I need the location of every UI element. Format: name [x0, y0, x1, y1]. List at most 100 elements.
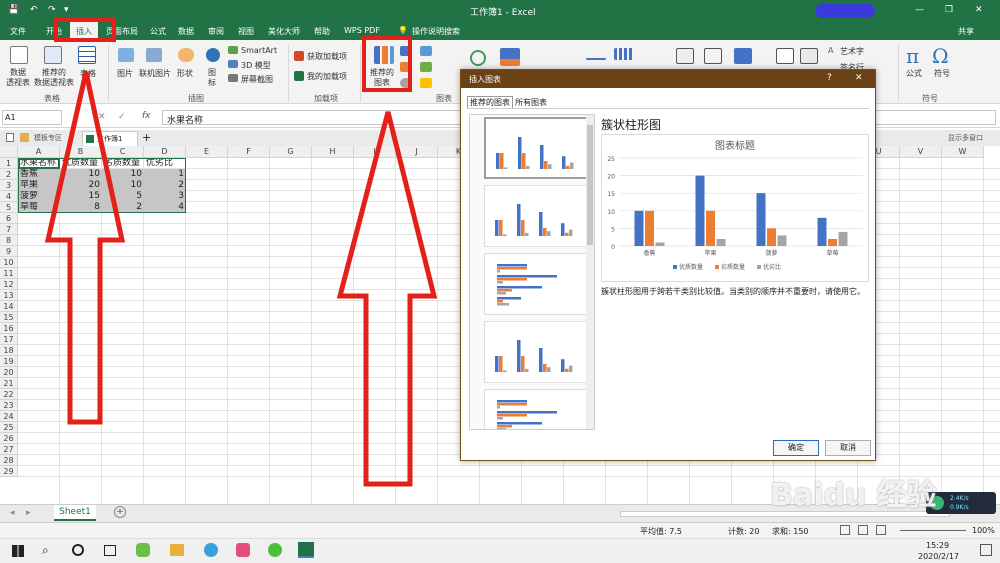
row-header-10[interactable]: 10 [0, 257, 18, 268]
new-file-icon[interactable] [6, 133, 14, 142]
icons-button[interactable]: 图 标 [208, 68, 216, 88]
windows-start-icon[interactable] [12, 545, 24, 557]
column-header-J[interactable]: J [396, 146, 438, 158]
row-header-22[interactable]: 22 [0, 389, 18, 400]
column-header-C[interactable]: C [102, 146, 144, 158]
tell-me-search[interactable]: 操作说明搜索 [412, 26, 460, 37]
notification-icon[interactable] [980, 544, 992, 556]
column-header-I[interactable]: I [354, 146, 396, 158]
new-tab-icon[interactable]: + [142, 131, 151, 144]
row-header-9[interactable]: 9 [0, 246, 18, 257]
workbook-tab[interactable]: 工作簿1 [82, 131, 138, 146]
header-footer-icon[interactable] [800, 48, 818, 64]
3d-model-button[interactable]: 3D 模型 [241, 60, 271, 71]
row-header-4[interactable]: 4 [0, 191, 18, 202]
tab-wps-pdf[interactable]: WPS PDF [344, 26, 380, 35]
tab-file[interactable]: 文件 [10, 26, 26, 37]
add-sheet-button[interactable]: + [114, 506, 126, 518]
thumbnail-clustered-bar[interactable] [484, 253, 588, 315]
enter-formula-icon[interactable]: ✓ [118, 112, 126, 122]
save-icon[interactable]: 💾 [8, 5, 19, 15]
share-button[interactable]: 共享 [958, 26, 974, 37]
column-header-H[interactable]: H [312, 146, 354, 158]
dialog-title-bar[interactable]: 插入图表 ? ✕ [461, 70, 875, 88]
minimize-icon[interactable]: — [915, 5, 924, 15]
ok-button[interactable]: 确定 [773, 440, 819, 456]
column-header-B[interactable]: B [60, 146, 102, 158]
sparkline-column-icon[interactable] [614, 48, 634, 60]
template-tab[interactable]: 模板专区 [34, 133, 62, 143]
zoom-slider[interactable] [900, 530, 966, 531]
file-explorer-icon[interactable] [170, 544, 184, 556]
row-header-15[interactable]: 15 [0, 312, 18, 323]
row-header-20[interactable]: 20 [0, 367, 18, 378]
tab-help[interactable]: 帮助 [314, 26, 330, 37]
chart-thumbnail-list[interactable] [469, 114, 595, 430]
row-header-24[interactable]: 24 [0, 411, 18, 422]
close-icon[interactable]: ✕ [975, 5, 983, 15]
row-header-27[interactable]: 27 [0, 444, 18, 455]
search-icon[interactable]: ⌕ [42, 543, 49, 558]
dialog-close-icon[interactable]: ✕ [855, 73, 863, 83]
shapes-button[interactable]: 形状 [177, 68, 193, 79]
thumbnail-scrollbar[interactable] [586, 115, 594, 429]
row-header-17[interactable]: 17 [0, 334, 18, 345]
picture-button[interactable]: 图片 [117, 68, 133, 79]
column-header-G[interactable]: G [270, 146, 312, 158]
row-header-29[interactable]: 29 [0, 466, 18, 477]
thumbnail-clustered-column[interactable] [484, 117, 588, 179]
row-header-23[interactable]: 23 [0, 400, 18, 411]
row-header-3[interactable]: 3 [0, 180, 18, 191]
row-header-14[interactable]: 14 [0, 301, 18, 312]
pivot-table-button[interactable]: 数据 透视表 [6, 68, 30, 88]
thumbnail-scroll-thumb[interactable] [587, 125, 593, 245]
row-header-12[interactable]: 12 [0, 279, 18, 290]
edge-icon[interactable] [204, 543, 218, 557]
customize-icon[interactable]: ▾ [64, 5, 69, 15]
column-header-D[interactable]: D [144, 146, 186, 158]
sheet-tab-sheet1[interactable]: Sheet1 [54, 505, 96, 521]
row-header-13[interactable]: 13 [0, 290, 18, 301]
page-break-view-icon[interactable] [876, 525, 886, 535]
wechat-icon[interactable] [268, 543, 282, 557]
row-header-28[interactable]: 28 [0, 455, 18, 466]
app-icon-1[interactable] [136, 543, 150, 557]
column-header-F[interactable]: F [228, 146, 270, 158]
row-header-19[interactable]: 19 [0, 356, 18, 367]
tab-data[interactable]: 数据 [178, 26, 194, 37]
symbol-button[interactable]: 符号 [934, 68, 950, 79]
slicer-icon[interactable] [676, 48, 694, 64]
bar-chart-icon[interactable] [420, 46, 432, 56]
row-header-5[interactable]: 5 [0, 202, 18, 213]
equation-button[interactable]: 公式 [906, 68, 922, 79]
screenshot-button[interactable]: 屏幕截图 [241, 74, 273, 85]
select-all-corner[interactable] [0, 146, 18, 158]
cancel-formula-icon[interactable]: ✕ [98, 112, 106, 122]
next-sheet-icon[interactable]: ▸ [26, 508, 31, 518]
task-view-icon[interactable] [104, 545, 116, 556]
help-icon[interactable]: ? [827, 73, 832, 83]
restore-icon[interactable]: ❐ [945, 5, 953, 15]
get-addins-button[interactable]: 获取加载项 [307, 51, 347, 62]
link-icon[interactable] [734, 48, 752, 64]
online-picture-button[interactable]: 联机图片 [139, 68, 171, 79]
row-header-18[interactable]: 18 [0, 345, 18, 356]
name-box[interactable]: A1 [2, 110, 62, 125]
thumbnail-stacked-column[interactable] [484, 185, 588, 247]
row-header-11[interactable]: 11 [0, 268, 18, 279]
tab-review[interactable]: 审阅 [208, 26, 224, 37]
app-icon-2[interactable] [236, 543, 250, 557]
row-header-2[interactable]: 2 [0, 169, 18, 180]
clock-time[interactable]: 15:29 [926, 541, 949, 550]
cortana-icon[interactable] [72, 544, 84, 556]
table-button[interactable]: 表格 [80, 68, 96, 79]
thumbnail-column-variant[interactable] [484, 321, 588, 383]
row-header-1[interactable]: 1 [0, 158, 18, 169]
tab-view[interactable]: 视图 [238, 26, 254, 37]
clock-date[interactable]: 2020/2/17 [918, 552, 959, 561]
smartart-button[interactable]: SmartArt [241, 46, 277, 55]
open-folder-icon[interactable] [20, 133, 29, 142]
scatter-chart-icon[interactable] [420, 78, 432, 88]
tab-all-charts[interactable]: 所有图表 [515, 97, 547, 108]
row-header-8[interactable]: 8 [0, 235, 18, 246]
